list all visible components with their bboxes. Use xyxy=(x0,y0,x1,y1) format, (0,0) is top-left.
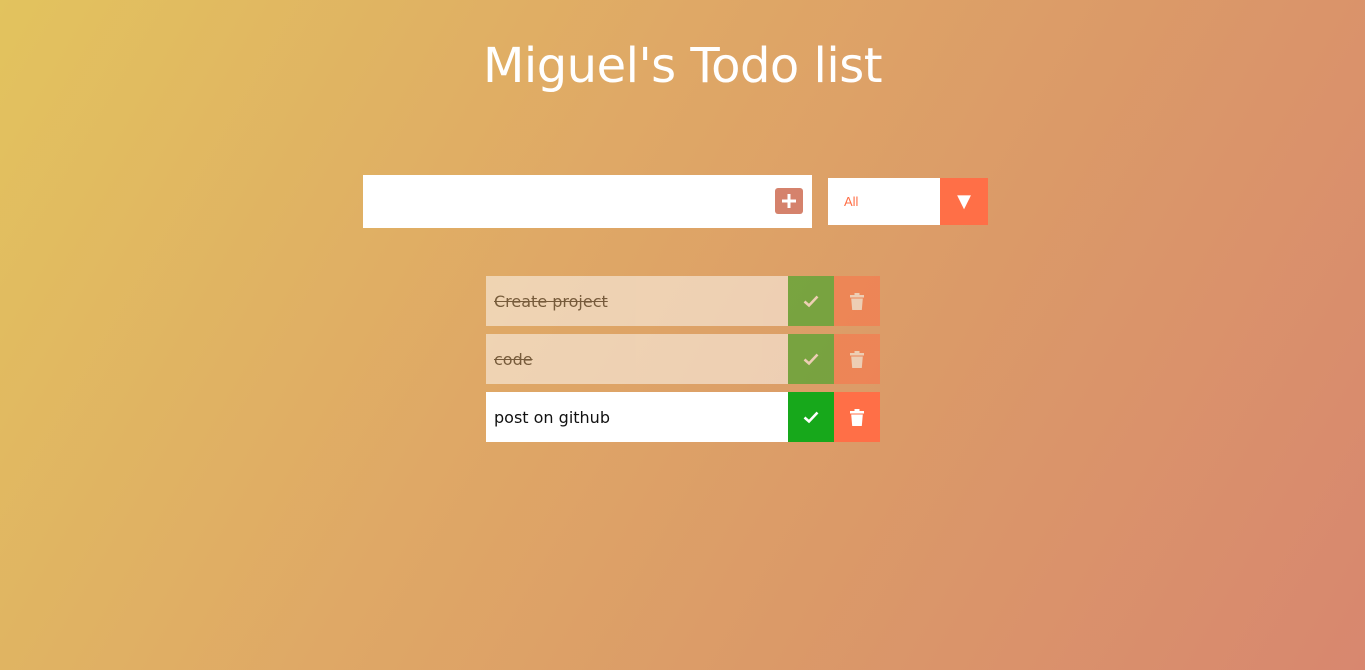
todo-list: Create project code post on github xyxy=(486,276,880,450)
check-icon xyxy=(803,295,819,308)
delete-button[interactable] xyxy=(834,334,880,384)
plus-icon xyxy=(782,194,796,208)
todo-item: Create project xyxy=(486,276,880,326)
trash-icon xyxy=(850,350,864,368)
page-title: Miguel's Todo list xyxy=(482,38,883,94)
triangle-down-icon: ▼ xyxy=(957,191,971,212)
todo-text: code xyxy=(494,349,533,369)
trash-icon xyxy=(850,292,864,310)
complete-button[interactable] xyxy=(788,392,834,442)
trash-icon xyxy=(850,408,864,426)
filter-selected-value[interactable]: All xyxy=(828,178,940,225)
todo-input[interactable] xyxy=(363,175,763,228)
complete-button[interactable] xyxy=(788,334,834,384)
add-todo-button[interactable] xyxy=(775,188,803,214)
check-icon xyxy=(803,411,819,424)
check-icon xyxy=(803,353,819,366)
todo-item: code xyxy=(486,334,880,384)
todo-item: post on github xyxy=(486,392,880,442)
delete-button[interactable] xyxy=(834,276,880,326)
complete-button[interactable] xyxy=(788,276,834,326)
todo-input-container xyxy=(363,175,812,228)
todo-text: Create project xyxy=(494,291,608,311)
delete-button[interactable] xyxy=(834,392,880,442)
todo-text: post on github xyxy=(494,407,610,427)
filter-select[interactable]: All ▼ xyxy=(828,178,988,225)
filter-dropdown-button[interactable]: ▼ xyxy=(940,178,988,225)
